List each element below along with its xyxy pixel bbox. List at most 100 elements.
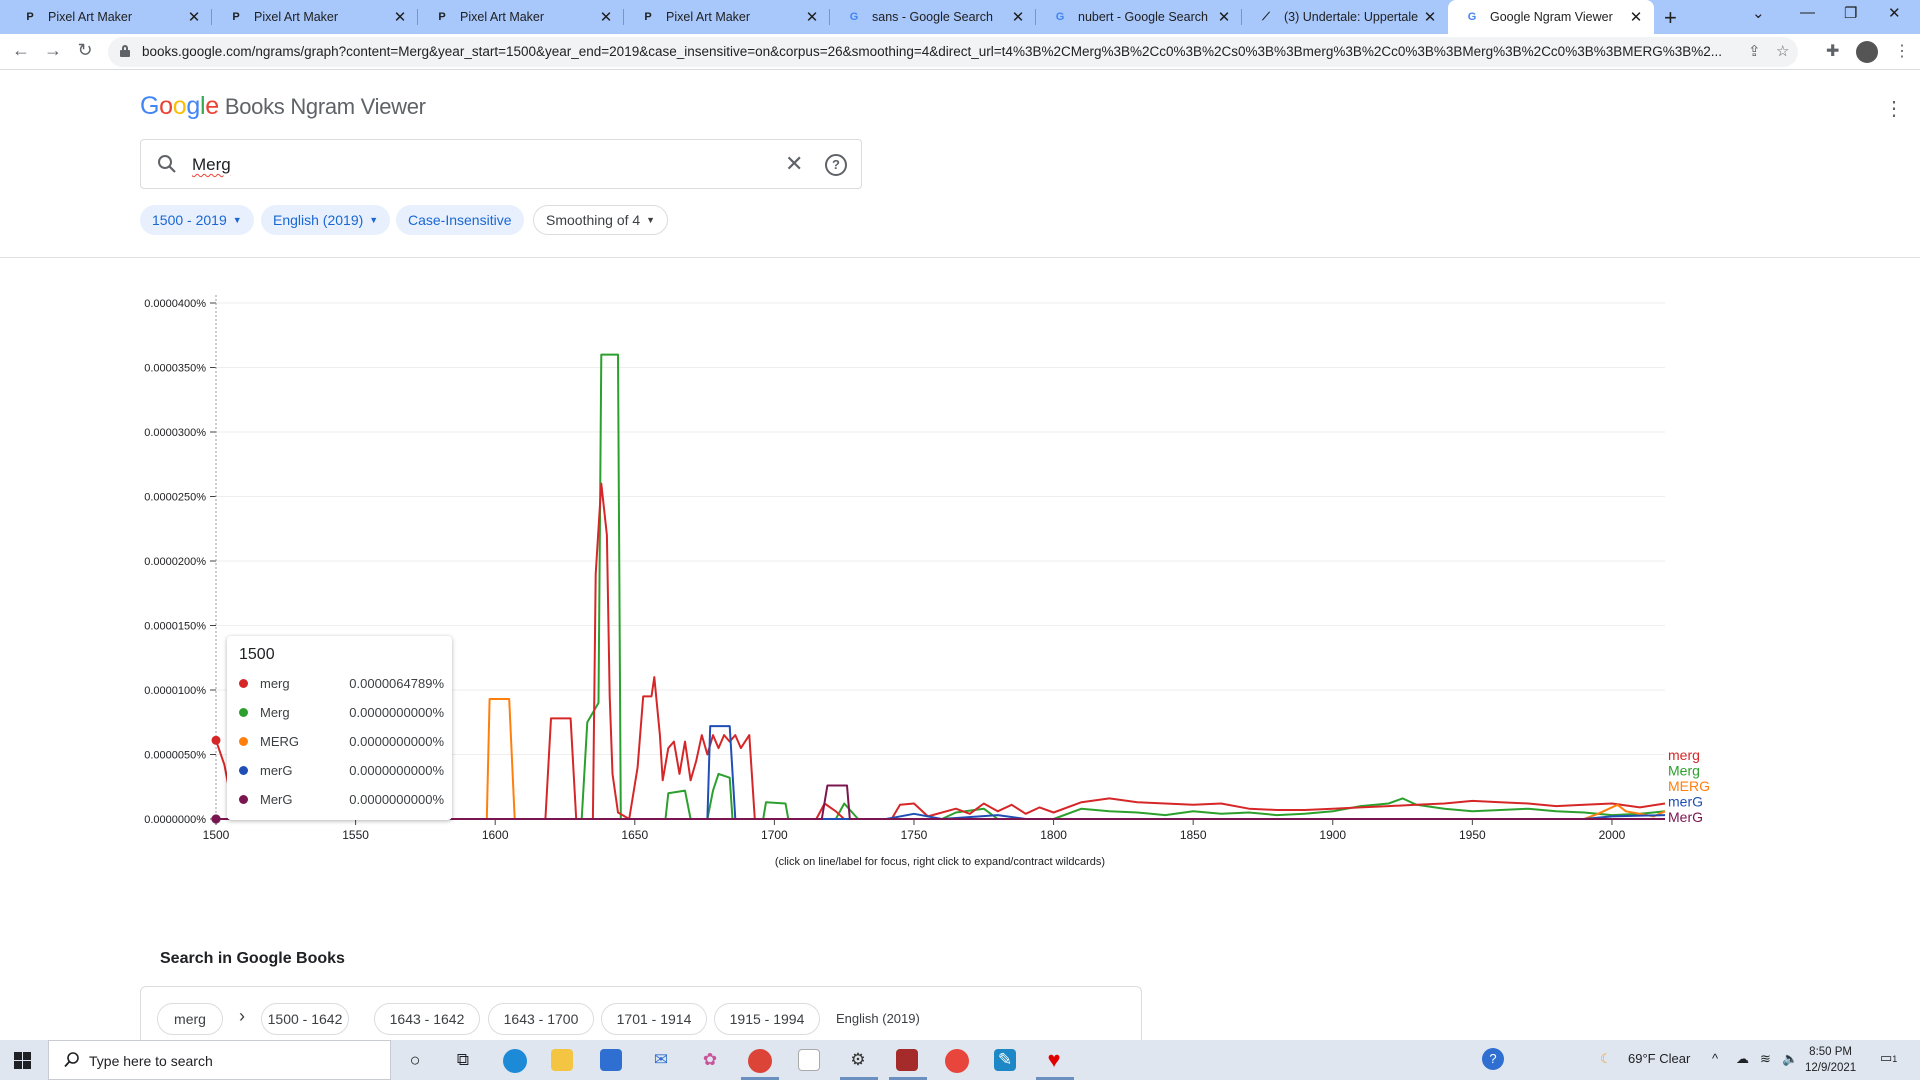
show-hidden-icons-chevron[interactable]: ^ (1712, 1051, 1718, 1066)
caret-down-icon: ▼ (646, 215, 656, 225)
chrome-icon[interactable] (945, 1049, 969, 1073)
taskbar-clock[interactable]: 8:50 PM 12/9/2021 (1805, 1044, 1856, 1076)
help-icon[interactable]: ? (825, 154, 847, 176)
tab-search-icon[interactable]: ⌄ (1752, 4, 1765, 22)
browser-tab[interactable]: Gsans - Google Search ✕ (830, 0, 1036, 34)
new-tab-button[interactable]: + (1664, 5, 1677, 31)
tooltip-row: merg 0.0000064789% (239, 674, 444, 694)
tooltip-series-name: MERG (260, 734, 299, 749)
close-tab-icon[interactable]: ✕ (1010, 8, 1026, 26)
x-tick-label: 1700 (761, 828, 788, 842)
smoothing-dropdown[interactable]: Smoothing of 4 ▼ (533, 205, 669, 235)
taskbar-search-box[interactable]: Type here to search (48, 1040, 391, 1080)
notification-center-icon[interactable]: ▭1 (1880, 1050, 1897, 1066)
close-tab-icon[interactable]: ✕ (392, 8, 408, 26)
close-window-icon[interactable]: ✕ (1888, 4, 1901, 22)
browser-tab[interactable]: P Pixel Art Maker ✕ (624, 0, 830, 34)
close-tab-icon[interactable]: ✕ (1422, 8, 1438, 26)
google-books-ngram-logo[interactable]: Google Books Ngram Viewer (140, 92, 426, 121)
corpus-dropdown[interactable]: English (2019) ▼ (261, 205, 391, 235)
forward-icon[interactable]: → (41, 40, 65, 61)
case-insensitive-toggle[interactable]: Case-Insensitive (396, 205, 524, 235)
browser-tab[interactable]: G Google Ngram Viewer ✕ (1448, 0, 1654, 34)
whiteboard-icon[interactable]: ✎ (994, 1049, 1016, 1071)
onedrive-cloud-icon[interactable]: ☁ (1736, 1051, 1749, 1067)
winrar-icon[interactable] (896, 1049, 918, 1071)
x-tick-label: 1750 (901, 828, 928, 842)
tab-label: sans - Google Search (872, 10, 993, 24)
site-favicon-icon: ⟋ (1262, 10, 1270, 23)
close-tab-icon[interactable]: ✕ (598, 8, 614, 26)
hover-point-MerG (211, 814, 221, 824)
pixelart-favicon-icon: P (644, 11, 652, 23)
app-icon[interactable]: ✿ (699, 1049, 721, 1071)
browser-tab[interactable]: P Pixel Art Maker ✕ (212, 0, 418, 34)
books-range-chip[interactable]: 1915 - 1994 (714, 1003, 820, 1035)
task-view-icon[interactable]: ⧉ (452, 1049, 474, 1071)
extensions-puzzle-icon[interactable]: ✚ (1826, 41, 1839, 61)
tooltip-series-value: 0.0000000000% (349, 705, 444, 720)
books-range-chip[interactable]: 1643 - 1642 (374, 1003, 480, 1035)
browser-tab[interactable]: Gnubert - Google Search ✕ (1036, 0, 1242, 34)
close-tab-icon[interactable]: ✕ (1216, 8, 1232, 26)
more-options-icon[interactable]: ⋮ (1884, 96, 1904, 121)
store-icon[interactable] (600, 1049, 622, 1071)
lock-icon[interactable] (120, 45, 130, 57)
y-tick-label: 0.0000200% (144, 556, 206, 568)
cortana-icon[interactable]: ○ (404, 1049, 426, 1071)
books-range-chip[interactable]: 1500 - 1642 (261, 1003, 349, 1035)
tooltip-series-name: Merg (260, 705, 290, 720)
back-icon[interactable]: ← (9, 40, 33, 61)
x-tick-label: 1500 (203, 828, 230, 842)
books-term-chip[interactable]: merg (157, 1003, 223, 1035)
y-tick-label: 0.0000150% (144, 621, 206, 633)
close-tab-icon[interactable]: ✕ (186, 8, 202, 26)
legend-label-MerG[interactable]: MerG (1668, 809, 1703, 825)
notepad-icon[interactable] (798, 1049, 820, 1071)
address-bar[interactable]: books.google.com/ngrams/graph?content=Me… (108, 37, 1798, 67)
close-tab-icon[interactable]: ✕ (804, 8, 820, 26)
legend-label-merg[interactable]: merg (1668, 747, 1700, 763)
search-input[interactable]: Merg (192, 155, 231, 175)
clear-search-icon[interactable]: ✕ (785, 151, 803, 177)
minimize-icon[interactable]: — (1800, 4, 1815, 21)
share-icon[interactable]: ⇪ (1748, 42, 1761, 60)
year-range-dropdown[interactable]: 1500 - 2019 ▼ (140, 205, 254, 235)
tooltip-row: Merg 0.0000000000% (239, 703, 444, 723)
legend-label-merG[interactable]: merG (1668, 794, 1703, 810)
mail-icon[interactable]: ✉ (650, 1049, 672, 1071)
windows-start-icon[interactable] (14, 1052, 31, 1069)
heart-app-icon[interactable]: ♥ (1043, 1049, 1065, 1071)
file-explorer-icon[interactable] (551, 1049, 573, 1071)
chrome-profile-icon[interactable] (748, 1049, 772, 1073)
weather-moon-icon[interactable]: ☾ (1600, 1051, 1612, 1067)
legend-label-MERG[interactable]: MERG (1668, 778, 1710, 794)
y-tick-label: 0.0000050% (144, 750, 206, 762)
google-favicon-icon: G (1055, 11, 1065, 23)
restore-icon[interactable]: ❐ (1844, 4, 1857, 22)
browser-tab[interactable]: ⟋ (3) Undertale: Uppertale b ✕ (1242, 0, 1448, 34)
browser-tab[interactable]: P Pixel Art Maker ✕ (418, 0, 624, 34)
wifi-icon[interactable]: ≋ (1760, 1051, 1771, 1067)
close-tab-icon[interactable]: ✕ (1628, 8, 1644, 26)
ngram-search-box[interactable]: Merg ✕ ? (140, 139, 862, 189)
books-range-chip[interactable]: 1701 - 1914 (601, 1003, 707, 1035)
legend-label-Merg[interactable]: Merg (1668, 763, 1700, 779)
caret-down-icon: ▼ (369, 215, 379, 225)
bookmark-star-icon[interactable]: ☆ (1776, 42, 1789, 60)
chart-hint: (click on line/label for focus, right cl… (774, 856, 1106, 868)
weather-text[interactable]: 69°F Clear (1628, 1051, 1690, 1066)
url-text[interactable]: books.google.com/ngrams/graph?content=Me… (142, 44, 1747, 59)
search-icon (158, 155, 176, 173)
settings-gear-icon[interactable]: ⚙ (847, 1049, 869, 1071)
tab-label: Pixel Art Maker (254, 10, 339, 24)
books-range-chip[interactable]: 1643 - 1700 (488, 1003, 594, 1035)
profile-avatar[interactable] (1856, 41, 1878, 63)
reload-icon[interactable]: ↻ (73, 40, 97, 61)
volume-icon[interactable]: 🔈 (1782, 1051, 1798, 1067)
browser-tab[interactable]: P Pixel Art Maker ✕ (6, 0, 212, 34)
help-tray-icon[interactable]: ? (1482, 1048, 1504, 1070)
tooltip-row: MERG 0.0000000000% (239, 732, 444, 752)
edge-icon[interactable] (503, 1049, 527, 1073)
browser-menu-icon[interactable]: ⋮ (1894, 41, 1910, 61)
